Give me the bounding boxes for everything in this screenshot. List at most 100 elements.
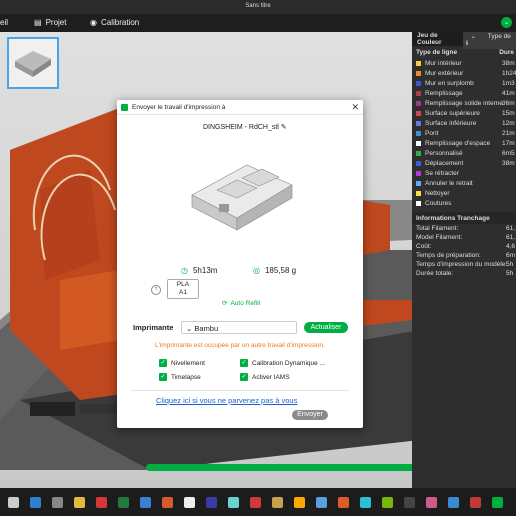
explorer-icon[interactable] <box>8 497 19 508</box>
send-print-dialog: Envoyer le travail d'impression à ✕ DING… <box>117 100 363 428</box>
auto-refill[interactable]: ⟳ Auto Refill <box>222 299 260 308</box>
app-icon-12[interactable] <box>448 497 459 508</box>
app-icon-7[interactable] <box>316 497 327 508</box>
color-swatch <box>416 170 421 176</box>
time-stat: ◷ 5h13m <box>181 266 218 275</box>
legend-value: 41m <box>502 89 515 97</box>
send-button[interactable]: Envoyer <box>292 410 328 420</box>
legend-row: Mur extérieur 1h24 <box>412 68 516 78</box>
legend-row: Remplissage solide interne 36m <box>412 98 516 108</box>
legend-label: Remplissage d'espace <box>425 139 491 147</box>
line-type-dropdown[interactable]: ⌄ Type de li <box>462 32 516 49</box>
tab-colors[interactable]: Jeu de Couleur <box>412 32 463 46</box>
info-row: Total Filament: 61, <box>412 224 516 233</box>
legend-row: Se rétracter <box>412 168 516 178</box>
refresh-icon: ⟳ <box>222 300 228 307</box>
file-name-row: DINGSHEIM - RdCH_stl ✎ <box>203 123 287 131</box>
help-icon[interactable]: ? <box>151 285 161 295</box>
checkbox-icon[interactable]: ✓ <box>240 373 248 381</box>
menu-projet[interactable]: ▤ Projet <box>34 18 66 27</box>
color-swatch <box>416 180 421 186</box>
app-icon-3[interactable] <box>206 497 217 508</box>
option-leveling[interactable]: ✓ Nivellement <box>159 359 205 367</box>
legend-row: Annuler le retrait <box>412 178 516 188</box>
legend-row: Surface supérieure 15m <box>412 108 516 118</box>
legend-label: Déplacement <box>425 159 464 167</box>
dropdown-button[interactable]: ⌄ <box>501 17 512 28</box>
option-ams[interactable]: ✓ Activer IAMS <box>240 373 290 381</box>
legend-row: Déplacement 38m <box>412 158 516 168</box>
option-timelapse[interactable]: ✓ Timelapse <box>159 373 201 381</box>
legend-value: 15m <box>502 109 515 117</box>
plate-thumbnail[interactable] <box>7 37 59 89</box>
app-icon-8[interactable] <box>338 497 349 508</box>
option-calibration[interactable]: ✓ Calibration Dynamique ... <box>240 359 325 367</box>
legend-label: Pont <box>425 129 439 137</box>
color-swatch <box>416 60 421 66</box>
app-icon-4[interactable] <box>228 497 239 508</box>
app-icon-10[interactable] <box>404 497 415 508</box>
settings-icon[interactable] <box>52 497 63 508</box>
menu-calibration[interactable]: ◉ Calibration <box>90 18 139 27</box>
legend-label: Surface supérieure <box>425 109 480 117</box>
info-label: Temps de préparation: <box>416 252 481 259</box>
model-preview <box>191 164 293 231</box>
chevron-down-icon: ⌄ <box>470 32 476 40</box>
legend-value: 36m <box>502 99 515 107</box>
word-icon[interactable] <box>140 497 151 508</box>
filament-slot[interactable]: PLA A1 <box>167 279 199 299</box>
amazon-icon[interactable] <box>294 497 305 508</box>
info-row: Durée totale: 5h <box>412 269 516 278</box>
legend-label: Coutures <box>425 199 452 207</box>
color-swatch <box>416 70 421 76</box>
menu-item-eil[interactable]: eil <box>0 18 8 27</box>
color-swatch <box>416 120 421 126</box>
app-icon-6[interactable] <box>272 497 283 508</box>
legend-label: Mur intérieur <box>425 59 462 67</box>
info-value: 61, <box>506 225 516 232</box>
taskbar <box>0 488 516 516</box>
refresh-button[interactable]: Actualiser <box>304 322 348 333</box>
edit-icon[interactable]: ✎ <box>281 124 287 131</box>
app-icon-9[interactable] <box>360 497 371 508</box>
app-icon-1[interactable] <box>162 497 173 508</box>
title-bar: Sans titre <box>0 0 516 14</box>
checkbox-icon[interactable]: ✓ <box>159 373 167 381</box>
legend-row: Remplissage 41m <box>412 88 516 98</box>
info-row: Coût: 4,6 <box>412 242 516 251</box>
app-icon-13[interactable] <box>470 497 481 508</box>
divider <box>131 390 349 391</box>
legend-label: Se rétracter <box>425 169 459 177</box>
printer-select[interactable]: ⌄ Bambu <box>181 321 297 334</box>
edge-icon[interactable] <box>30 497 41 508</box>
printer-label: Imprimante <box>133 323 174 332</box>
legend-row: Mur en surplomb 1m3 <box>412 78 516 88</box>
folder-icon[interactable] <box>74 497 85 508</box>
legend-label: Annuler le retrait <box>425 179 473 187</box>
checkbox-icon[interactable]: ✓ <box>159 359 167 367</box>
legend-label: Remplissage <box>425 89 463 97</box>
info-label: Temps d'impression du modèle: <box>416 261 508 268</box>
app-icon-11[interactable] <box>426 497 437 508</box>
color-swatch <box>416 80 421 86</box>
close-icon[interactable]: ✕ <box>351 102 359 113</box>
dialog-title: Envoyer le travail d'impression à <box>132 103 226 111</box>
bambu-studio-icon[interactable] <box>492 497 503 508</box>
busy-warning: L'imprimante est occupée par un autre tr… <box>155 342 325 349</box>
color-swatch <box>416 160 421 166</box>
app-icon-5[interactable] <box>250 497 261 508</box>
legend-label: Remplissage solide interne <box>425 99 504 107</box>
legend-row: Mur intérieur 38m <box>412 58 516 68</box>
legend-value: 6m5 <box>502 149 515 157</box>
app-icon-2[interactable] <box>184 497 195 508</box>
legend-row: Coutures <box>412 198 516 208</box>
color-swatch <box>416 130 421 136</box>
checkbox-icon[interactable]: ✓ <box>240 359 248 367</box>
nvidia-icon[interactable] <box>382 497 393 508</box>
color-swatch <box>416 90 421 96</box>
help-link[interactable]: Cliquez ici si vous ne parvenez pas à vo… <box>156 396 297 405</box>
color-swatch <box>416 190 421 196</box>
color-swatch <box>416 100 421 106</box>
excel-icon[interactable] <box>118 497 129 508</box>
pdf-icon[interactable] <box>96 497 107 508</box>
